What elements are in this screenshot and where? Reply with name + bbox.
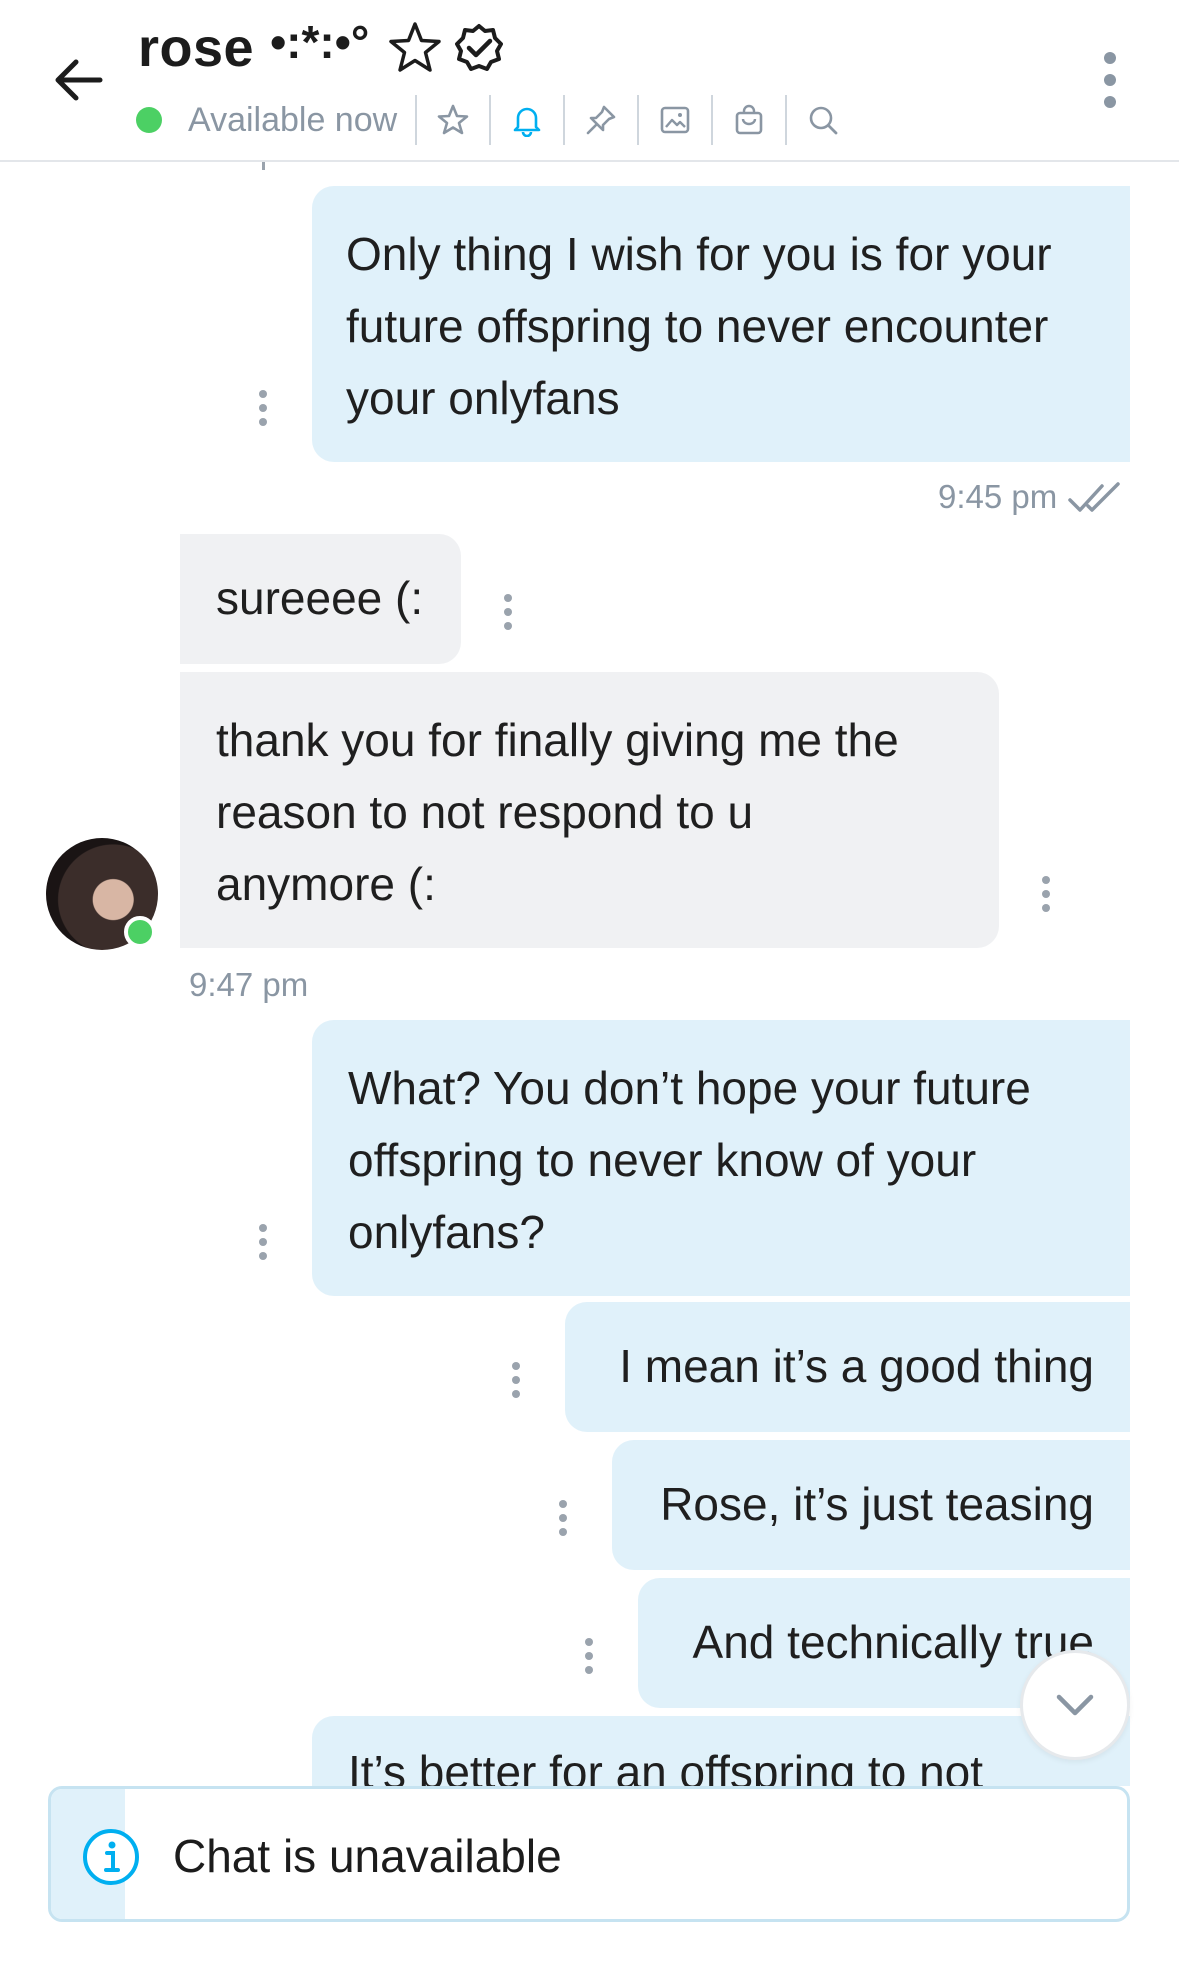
message-options-icon[interactable]: [508, 1360, 524, 1400]
message-bubble-outgoing[interactable]: Rose, it’s just teasing: [612, 1440, 1130, 1570]
message-line: What? You don’t hope your future: [348, 1062, 1031, 1114]
availability-status: Available now: [188, 100, 398, 139]
divider: [637, 95, 640, 145]
scroll-remnant: [262, 162, 265, 170]
message-bubble-incoming[interactable]: thank you for finally giving me the reas…: [180, 672, 999, 948]
message-options-icon[interactable]: [1038, 874, 1054, 914]
message-line: I mean it’s a good thing: [619, 1340, 1094, 1392]
message-line: anymore (:: [216, 858, 436, 910]
avatar-online-indicator: [124, 916, 156, 948]
bag-icon[interactable]: [731, 102, 767, 138]
message-line: Only thing I wish for you is for your: [346, 228, 1052, 280]
title-decoration: •:*:•°: [270, 16, 370, 68]
divider: [489, 95, 492, 145]
bell-icon[interactable]: [509, 102, 545, 138]
message-line: offspring to never know of your: [348, 1134, 977, 1186]
message-line: onlyfans?: [348, 1206, 545, 1258]
message-options-icon[interactable]: [255, 1222, 271, 1262]
info-icon: [83, 1829, 139, 1885]
chat-header: rose •:*:•° Available now: [0, 0, 1179, 162]
title-row: rose •:*:•°: [138, 12, 505, 84]
back-arrow-icon[interactable]: [48, 48, 112, 112]
message-line: future offspring to never encounter: [346, 300, 1049, 352]
message-options-icon[interactable]: [500, 592, 516, 632]
message-options-icon[interactable]: [555, 1498, 571, 1538]
message-bubble-outgoing[interactable]: It’s better for an offspring to not: [312, 1716, 1130, 1786]
online-indicator: [136, 107, 162, 133]
message-timestamp: 9:47 pm: [189, 966, 309, 1003]
message-options-icon[interactable]: [581, 1636, 597, 1676]
star-icon[interactable]: [435, 102, 471, 138]
message-timestamp: 9:45 pm: [938, 478, 1058, 515]
star-outline-icon: [389, 22, 441, 72]
message-line: your onlyfans: [346, 372, 620, 424]
search-icon[interactable]: [805, 102, 841, 138]
message-bubble-outgoing[interactable]: What? You don’t hope your future offspri…: [312, 1020, 1130, 1296]
message-bubble-outgoing[interactable]: Only thing I wish for you is for your fu…: [312, 186, 1130, 462]
header-subrow: Available now: [136, 95, 841, 145]
image-icon[interactable]: [657, 102, 693, 138]
message-line: Rose, it’s just teasing: [660, 1478, 1094, 1530]
chat-unavailable-banner: Chat is unavailable: [48, 1786, 1130, 1922]
divider: [711, 95, 714, 145]
scroll-to-bottom-button[interactable]: [1020, 1650, 1130, 1760]
message-line: It’s better for an offspring to not: [348, 1746, 984, 1786]
message-bubble-outgoing[interactable]: I mean it’s a good thing: [565, 1302, 1130, 1432]
message-options-icon[interactable]: [255, 388, 271, 428]
divider: [415, 95, 418, 145]
pin-icon[interactable]: [583, 102, 619, 138]
page-title[interactable]: rose: [138, 17, 254, 79]
banner-text: Chat is unavailable: [173, 1830, 562, 1882]
divider: [563, 95, 566, 145]
more-vertical-icon[interactable]: [1090, 50, 1130, 110]
message-line: sureeee (:: [216, 572, 424, 624]
message-bubble-incoming[interactable]: sureeee (:: [180, 534, 461, 664]
message-line: reason to not respond to u: [216, 786, 754, 838]
divider: [785, 95, 788, 145]
chevron-down-icon: [1056, 1694, 1094, 1716]
verified-badge-icon: [455, 24, 504, 71]
double-check-icon: [1068, 482, 1120, 512]
message-line: thank you for finally giving me the: [216, 714, 899, 766]
message-line: And technically true: [692, 1616, 1094, 1668]
